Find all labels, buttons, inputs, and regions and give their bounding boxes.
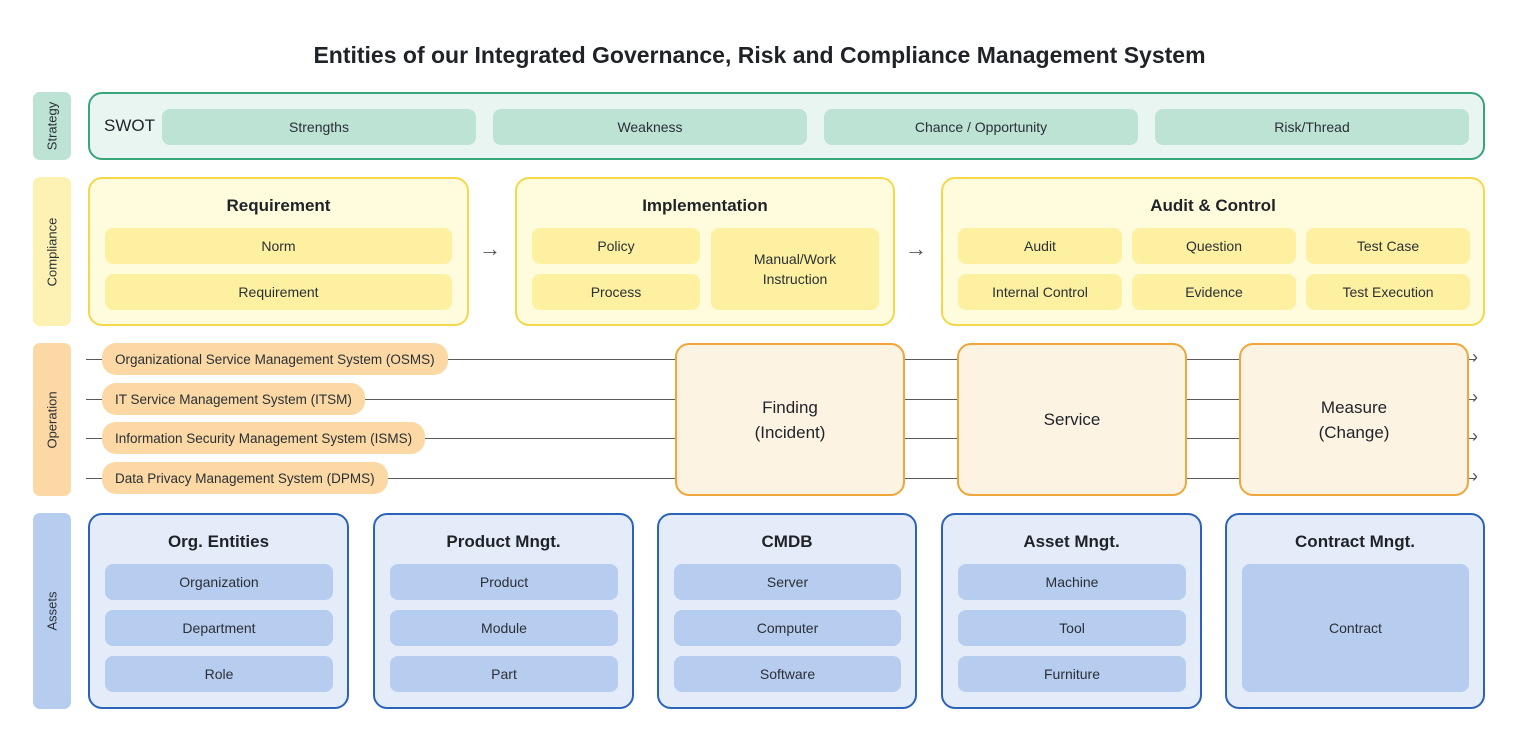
asset-group-title: Contract Mngt.: [1295, 532, 1415, 551]
audit-item-question: Question: [1132, 228, 1296, 264]
requirement-box: Requirement Norm Requirement: [88, 177, 469, 326]
swot-container: SWOT Strengths Weakness Chance / Opportu…: [88, 92, 1485, 160]
asset-group-org-entities: Org. Entities Organization Department Ro…: [88, 513, 349, 709]
asset-item: Module: [390, 610, 618, 646]
asset-item: Furniture: [958, 656, 1186, 692]
swot-item-opportunity: Chance / Opportunity: [824, 109, 1138, 145]
system-dpms: Data Privacy Management System (DPMS): [102, 462, 388, 494]
asset-item: Tool: [958, 610, 1186, 646]
layer-label-strategy-text: Strategy: [44, 101, 60, 151]
right-arrow-icon: →: [905, 236, 927, 261]
layer-label-operation-text: Operation: [44, 390, 60, 449]
asset-item: Machine: [958, 564, 1186, 600]
asset-item: Role: [105, 656, 333, 692]
stage-service: Service: [957, 343, 1187, 496]
diagram-title: Entities of our Integrated Governance, R…: [313, 42, 1206, 68]
asset-group-cmdb: CMDB Server Computer Software: [657, 513, 917, 709]
stage-measure-line2: (Change): [1318, 422, 1390, 442]
asset-item: Product: [390, 564, 618, 600]
arrowhead-icon: ›: [1472, 387, 1478, 407]
implementation-item-process: Process: [532, 274, 700, 310]
asset-item: Organization: [105, 564, 333, 600]
asset-group-title: Product Mngt.: [446, 532, 561, 551]
stage-measure: Measure (Change): [1239, 343, 1469, 496]
stage-service-label: Service: [1043, 410, 1101, 429]
layer-label-strategy: Strategy: [33, 92, 71, 160]
stage-finding-line1: Finding: [762, 397, 818, 417]
requirement-title: Requirement: [226, 196, 331, 215]
implementation-title: Implementation: [642, 196, 768, 215]
system-itsm: IT Service Management System (ITSM): [102, 383, 365, 415]
asset-item: Contract: [1242, 564, 1469, 692]
swot-label: SWOT: [104, 116, 155, 135]
stage-finding-line2: (Incident): [754, 422, 826, 442]
requirement-item-requirement: Requirement: [105, 274, 452, 310]
asset-item: Software: [674, 656, 901, 692]
audit-item-test-case: Test Case: [1306, 228, 1470, 264]
arrowhead-icon: ›: [1472, 426, 1478, 446]
audit-item-internal-control: Internal Control: [958, 274, 1122, 310]
right-arrow-icon: →: [479, 236, 501, 261]
layer-label-compliance-text: Compliance: [44, 217, 60, 286]
swot-item-risk: Risk/Thread: [1155, 109, 1469, 145]
audit-item-audit: Audit: [958, 228, 1122, 264]
arrowhead-icon: ›: [1472, 347, 1478, 367]
arrowhead-icon: ›: [1472, 466, 1478, 486]
swot-item-weakness: Weakness: [493, 109, 807, 145]
requirement-item-norm: Norm: [105, 228, 452, 264]
asset-group-contract-mngt: Contract Mngt. Contract: [1225, 513, 1485, 709]
layer-label-assets-text: Assets: [44, 591, 60, 631]
asset-group-title: CMDB: [761, 532, 813, 551]
asset-item: Part: [390, 656, 618, 692]
asset-item: Computer: [674, 610, 901, 646]
implementation-item-policy: Policy: [532, 228, 700, 264]
swot-item-strengths: Strengths: [162, 109, 476, 145]
layer-label-assets: Assets: [33, 513, 71, 709]
layer-label-compliance: Compliance: [33, 177, 71, 326]
audit-item-test-execution: Test Execution: [1306, 274, 1470, 310]
asset-item: Department: [105, 610, 333, 646]
asset-group-title: Org. Entities: [167, 532, 270, 551]
audit-control-box: Audit & Control Audit Question Test Case…: [941, 177, 1485, 326]
layer-label-operation: Operation: [33, 343, 71, 496]
system-osms: Organizational Service Management System…: [102, 343, 448, 375]
asset-group-title: Asset Mngt.: [1023, 532, 1120, 551]
asset-group-product-mngt: Product Mngt. Product Module Part: [373, 513, 634, 709]
audit-control-title: Audit & Control: [1150, 196, 1276, 215]
implementation-box: Implementation Policy Process Manual/Wor…: [515, 177, 895, 326]
stage-finding: Finding (Incident): [675, 343, 905, 496]
asset-group-asset-mngt: Asset Mngt. Machine Tool Furniture: [941, 513, 1202, 709]
audit-item-evidence: Evidence: [1132, 274, 1296, 310]
implementation-item-manual: Manual/Work Instruction: [711, 228, 879, 310]
stage-measure-line1: Measure: [1320, 397, 1388, 417]
asset-item: Server: [674, 564, 901, 600]
system-isms: Information Security Management System (…: [102, 422, 426, 454]
